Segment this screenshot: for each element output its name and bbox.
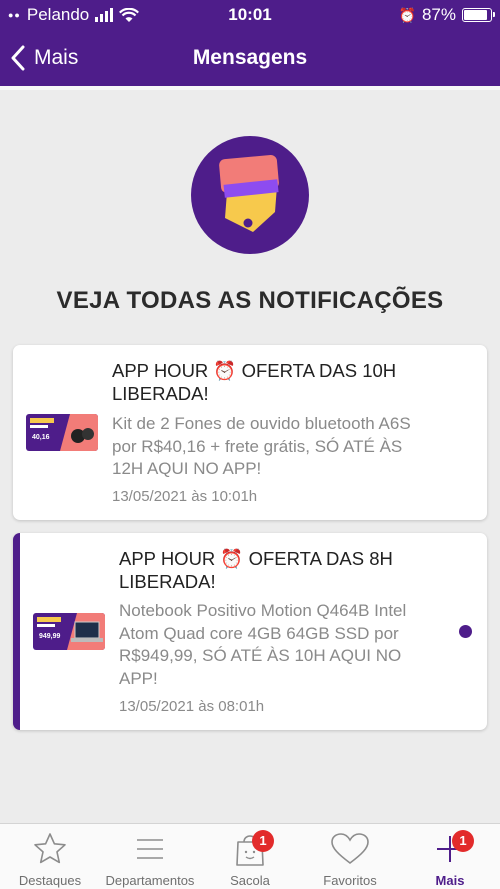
nav-divider (0, 86, 500, 90)
nav-bar: Mais Mensagens (0, 30, 500, 86)
notification-body: Kit de 2 Fones de ouvido bluetooth A6S p… (112, 414, 411, 478)
tab-sacola[interactable]: 1 Sacola (200, 824, 300, 889)
tab-destaques[interactable]: Destaques (0, 824, 100, 889)
cart-badge: 1 (252, 830, 274, 852)
tab-departamentos[interactable]: Departamentos (100, 824, 200, 889)
plus-icon: 1 (430, 830, 474, 867)
more-badge: 1 (452, 830, 474, 852)
notification-date: 13/05/2021 às 10:01h (112, 488, 258, 505)
back-button[interactable]: Mais (10, 30, 78, 86)
section-title: VEJA TODAS AS NOTIFICAÇÕES (56, 287, 444, 314)
menu-icon (130, 831, 170, 867)
thumbnail-price: 949,99 (39, 633, 61, 640)
notification-body: Notebook Positivo Motion Q464B Intel Ato… (119, 601, 407, 688)
notification-thumbnail: 949,99 (33, 613, 105, 650)
status-bar: ●● Pelando 10:01 ⏰ 87% (0, 0, 500, 30)
chevron-left-icon (11, 45, 25, 71)
notification-date: 13/05/2021 às 08:01h (119, 698, 265, 715)
thumbnail-price: 40,16 (32, 434, 50, 441)
tab-bar: Destaques Departamentos 1 Sacola Favorit… (0, 823, 500, 889)
bag-icon: 1 (230, 830, 274, 867)
back-label: Mais (34, 46, 79, 69)
notifications-tag-icon (191, 136, 309, 254)
star-icon (30, 831, 70, 867)
tab-favoritos[interactable]: Favoritos (300, 824, 400, 889)
unread-indicator (459, 625, 472, 638)
alarm-icon: ⏰ (398, 6, 416, 23)
battery-group: ⏰ 87% (398, 5, 495, 25)
battery-percent: 87% (421, 5, 456, 24)
notification-title: APP HOUR ⏰ OFERTA DAS 10H LIBERADA! (112, 360, 397, 404)
notification-card[interactable]: 40,16 APP HOUR ⏰ OFERTA DAS 10H LIBERADA… (13, 345, 487, 520)
battery-icon (462, 8, 495, 22)
notification-thumbnail: 40,16 (26, 414, 98, 451)
tab-mais[interactable]: 1 Mais (400, 824, 500, 889)
notification-title: APP HOUR ⏰ OFERTA DAS 8H LIBERADA! (119, 548, 393, 592)
heart-icon (330, 831, 370, 867)
notification-card-unread[interactable]: 949,99 APP HOUR ⏰ OFERTA DAS 8H LIBERADA… (13, 533, 487, 730)
